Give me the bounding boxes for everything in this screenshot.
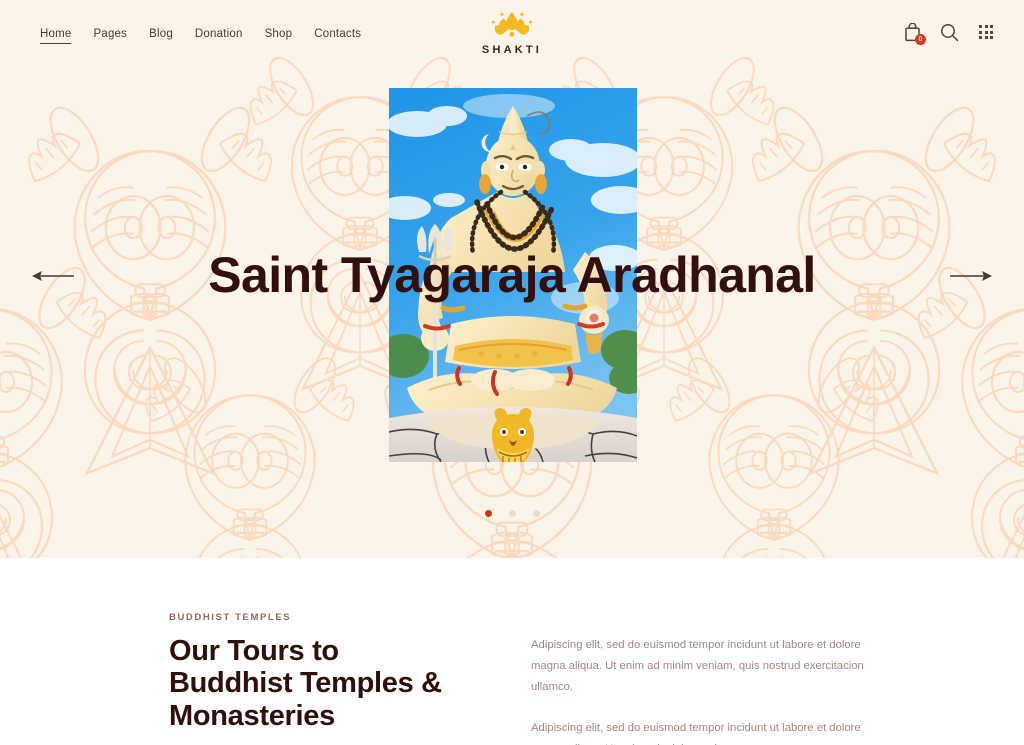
nav-item-home[interactable]: Home xyxy=(40,28,72,44)
nav-item-blog[interactable]: Blog xyxy=(149,28,173,44)
nav-item-contacts[interactable]: Contacts xyxy=(314,28,361,44)
apps-menu-button[interactable] xyxy=(976,22,996,42)
carousel-dot-2[interactable] xyxy=(508,510,516,517)
page-root: Home Pages Blog Donation Shop Contacts S… xyxy=(0,0,1024,745)
carousel-dot-1[interactable] xyxy=(484,510,492,517)
nav-item-pages[interactable]: Pages xyxy=(93,28,127,44)
site-logo[interactable]: SHAKTI xyxy=(482,9,542,56)
tours-paragraph-1: Adipiscing elit, sed do euismod tempor i… xyxy=(531,639,864,693)
search-icon xyxy=(940,23,958,41)
brand-name: SHAKTI xyxy=(481,44,543,56)
grid-apps-icon xyxy=(979,25,993,39)
carousel-prev-button[interactable] xyxy=(30,264,76,288)
tours-content: BUDDHIST TEMPLES Our Tours to Buddhist T… xyxy=(169,612,881,745)
tours-eyebrow: BUDDHIST TEMPLES xyxy=(169,612,292,623)
carousel-next-button[interactable] xyxy=(948,264,994,288)
tours-heading-block: BUDDHIST TEMPLES Our Tours to Buddhist T… xyxy=(169,612,469,745)
tours-paragraph-2: Adipiscing elit, sed do euismod tempor i… xyxy=(531,721,861,745)
main-navigation: Home Pages Blog Donation Shop Contacts xyxy=(40,28,361,44)
hero-title: Saint Tyagaraja Aradhanal xyxy=(208,247,816,303)
lotus-icon xyxy=(491,12,533,37)
nav-item-shop[interactable]: Shop xyxy=(265,28,293,44)
arrow-right-icon xyxy=(950,271,992,281)
cart-count-badge: 0 xyxy=(915,34,926,45)
search-button[interactable] xyxy=(939,22,959,42)
tours-section: BUDDHIST TEMPLES Our Tours to Buddhist T… xyxy=(0,558,1024,745)
cart-button[interactable]: 0 xyxy=(902,22,926,45)
nav-item-donation[interactable]: Donation xyxy=(195,28,243,44)
header-actions: 0 xyxy=(902,22,996,45)
hero-section: Home Pages Blog Donation Shop Contacts S… xyxy=(0,0,1024,558)
carousel-dot-3[interactable] xyxy=(532,510,540,517)
carousel-pagination xyxy=(0,510,1024,517)
site-header: Home Pages Blog Donation Shop Contacts S… xyxy=(0,0,1024,72)
tours-text-block: Adipiscing elit, sed do euismod tempor i… xyxy=(531,612,881,745)
arrow-left-icon xyxy=(32,271,74,281)
tours-heading: Our Tours to Buddhist Temples & Monaster… xyxy=(169,635,442,732)
